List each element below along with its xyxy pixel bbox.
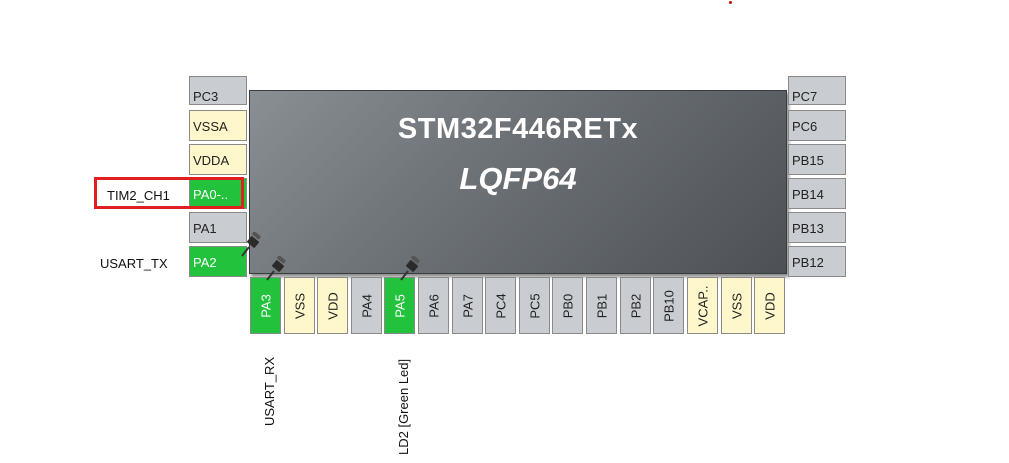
pin-label: PA3 [258, 293, 273, 318]
pin-label: VDDA [193, 153, 230, 168]
pin-label: PC4 [493, 292, 508, 319]
pin-label: PA5 [392, 293, 407, 318]
pin-pb0[interactable]: PB0 [552, 277, 583, 334]
chip-part-number: STM32F446RETx [397, 113, 639, 145]
pin-label: PB1 [594, 293, 609, 318]
pin-pc7[interactable]: PC7 [788, 76, 846, 105]
pin-pb15[interactable]: PB15 [788, 144, 846, 175]
pin-pa4[interactable]: PA4 [351, 277, 382, 334]
pin-vcap[interactable]: VCAP.. [687, 277, 718, 334]
pin-label: PC7 [792, 89, 818, 104]
pin-vdda[interactable]: VDDA [189, 144, 247, 175]
pin-pb1[interactable]: PB1 [586, 277, 617, 334]
pushpin-icon[interactable] [397, 256, 423, 282]
pin-label: PB0 [560, 293, 575, 318]
pin-label: VSS [292, 292, 307, 319]
signal-label-pa2[interactable]: USART_TX [100, 256, 168, 271]
pin-label: PC6 [792, 119, 818, 134]
pin-label: PB2 [628, 293, 643, 318]
pin-label: PA6 [426, 293, 441, 318]
pin-label: PA7 [460, 293, 475, 318]
pin-label: PA1 [193, 221, 217, 236]
pin-pa3[interactable]: PA3 [250, 277, 281, 334]
pin-label: PC5 [527, 292, 542, 319]
pin-pb10[interactable]: PB10 [653, 277, 684, 334]
pin-vss[interactable]: VSS [284, 277, 315, 334]
signal-label-pa3[interactable]: USART_RX [262, 357, 277, 426]
pin-label: VSS [729, 292, 744, 319]
pin-label: PA2 [193, 255, 217, 270]
pin-label: PA4 [359, 293, 374, 318]
signal-label-pa5[interactable]: LD2 [Green Led] [396, 359, 411, 455]
pin-label: VDD [325, 291, 340, 320]
marker-dot [729, 1, 732, 4]
mcu-chip-body[interactable]: STM32F446RETx LQFP64 [249, 90, 787, 274]
pin-pb2[interactable]: PB2 [620, 277, 651, 334]
pin-vss-2[interactable]: VSS [721, 277, 752, 334]
pin-pc5[interactable]: PC5 [519, 277, 550, 334]
pin-pa7[interactable]: PA7 [452, 277, 483, 334]
pin-pa5[interactable]: PA5 [384, 277, 415, 334]
pin-vdd-2[interactable]: VDD [754, 277, 785, 334]
pin-label: PB15 [792, 153, 824, 168]
pin-pc6[interactable]: PC6 [788, 110, 846, 141]
pin-label: PB10 [661, 289, 676, 322]
chip-package: LQFP64 [459, 161, 577, 196]
pin-label: PC3 [193, 89, 219, 104]
pin-vssa[interactable]: VSSA [189, 110, 247, 141]
pin-pb12[interactable]: PB12 [788, 246, 846, 277]
pin-label: PB12 [792, 255, 824, 270]
pin-label: VSSA [193, 119, 228, 134]
pin-pc3[interactable]: PC3 [189, 76, 247, 105]
pin-pc4[interactable]: PC4 [485, 277, 516, 334]
selection-highlight [94, 177, 244, 209]
pin-label: PB14 [792, 187, 824, 202]
pin-pb13[interactable]: PB13 [788, 212, 846, 243]
pin-label: VCAP.. [695, 285, 710, 326]
pushpin-icon[interactable] [238, 232, 264, 258]
pushpin-icon[interactable] [263, 256, 289, 282]
pin-label: VDD [762, 291, 777, 320]
pin-vdd[interactable]: VDD [317, 277, 348, 334]
pin-pb14[interactable]: PB14 [788, 178, 846, 209]
pin-pa6[interactable]: PA6 [418, 277, 449, 334]
pin-label: PB13 [792, 221, 824, 236]
